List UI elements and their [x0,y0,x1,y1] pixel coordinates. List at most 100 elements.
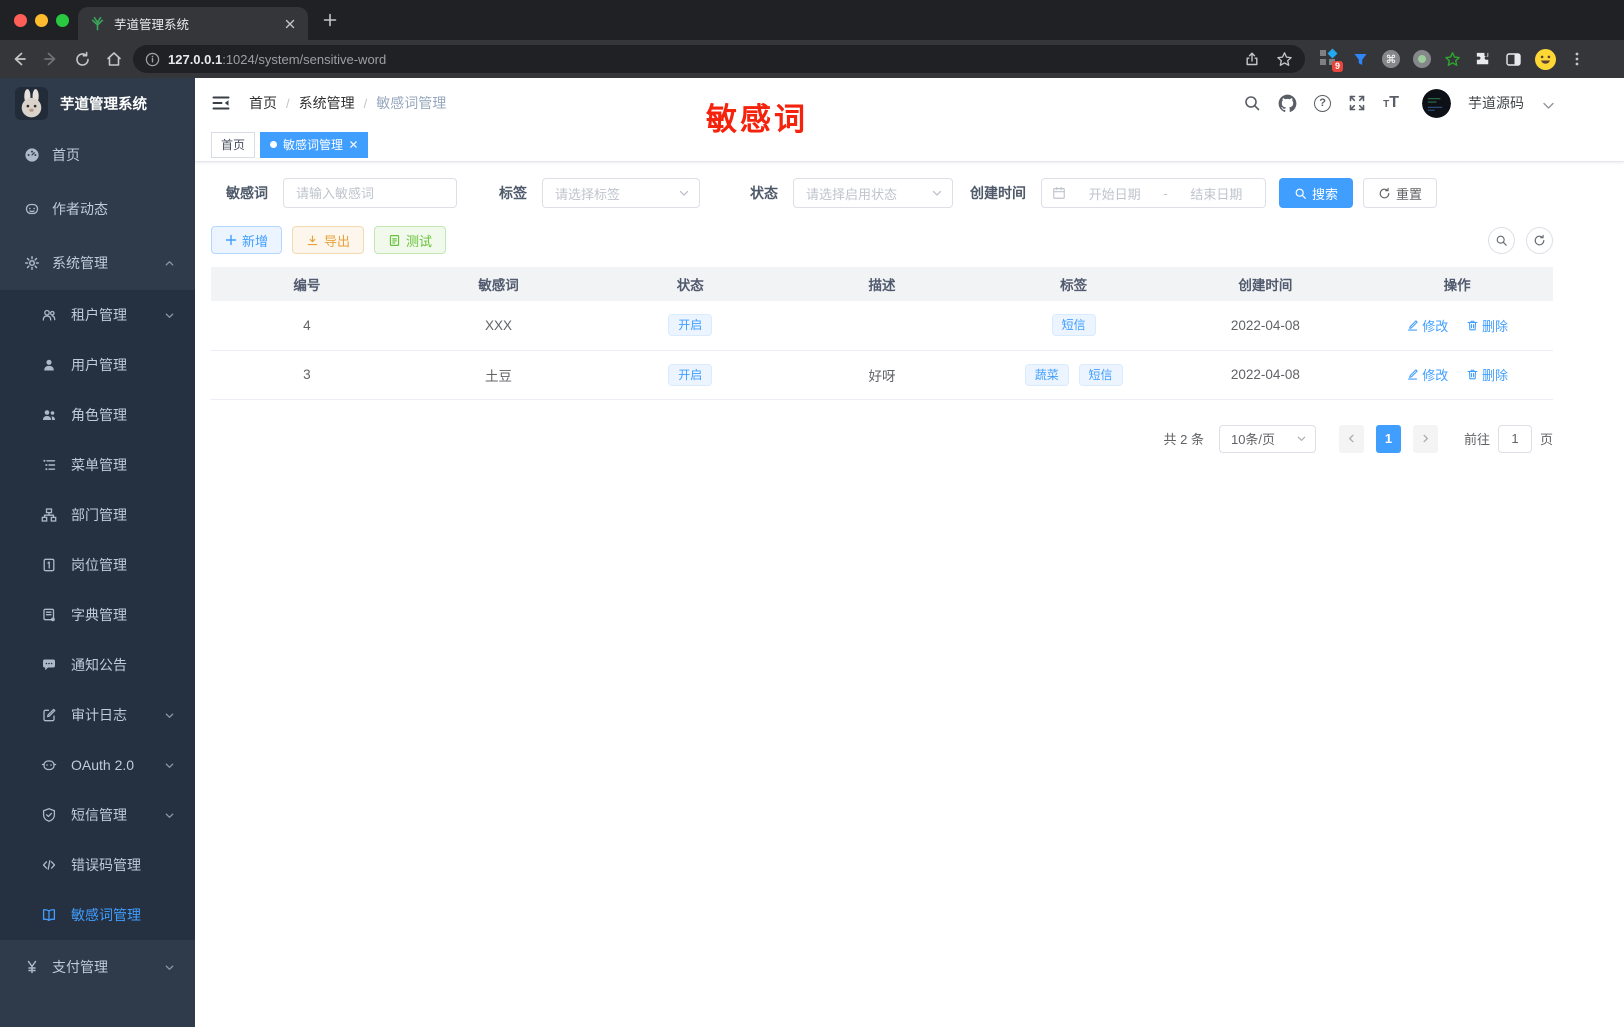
chevron-down-icon [164,310,175,321]
sidebar-item-dept[interactable]: 部门管理 [0,490,195,540]
sidebar-item-pay[interactable]: 支付管理 [0,940,195,994]
browser-toolbar: 127.0.0.1:1024/system/sensitive-word 9 ⌘ [0,40,1624,78]
sidebar-item-post[interactable]: 岗位管理 [0,540,195,590]
browser-tab[interactable]: 芋道管理系统 [78,7,308,40]
sidebar-item-dict[interactable]: 字典管理 [0,590,195,640]
home-button[interactable] [105,50,123,68]
test-button[interactable]: 测试 [374,226,447,254]
sidebar-item-sms[interactable]: 短信管理 [0,790,195,840]
recorder-extension-icon[interactable] [1413,50,1431,68]
page-number-1[interactable]: 1 [1375,424,1401,453]
col-ops: 操作 [1361,267,1553,301]
funnel-extension-icon[interactable] [1352,51,1369,68]
sidebar-item-user[interactable]: 用户管理 [0,340,195,390]
sidebar-item-sensitive-word[interactable]: 敏感词管理 [0,890,195,940]
url-text: 127.0.0.1:1024/system/sensitive-word [168,51,387,67]
delete-link[interactable]: 删除 [1466,316,1508,335]
breadcrumb-system[interactable]: 系统管理 [299,93,355,113]
browser-chrome: 芋道管理系统 127.0.0.1:1024/system/sensitive-w… [0,0,1624,78]
edit-link[interactable]: 修改 [1406,365,1448,384]
browser-tabstrip: 芋道管理系统 [0,0,1624,40]
col-id: 编号 [211,267,403,301]
chevron-down-icon [164,710,175,721]
tab-home[interactable]: 首页 [211,131,256,158]
status-select[interactable]: 请选择启用状态 [793,178,953,208]
user-avatar[interactable] [1422,88,1451,118]
collapse-sidebar-icon[interactable] [211,93,231,113]
table-toolbar: 新增 导出 测试 [211,226,1553,254]
bookmark-star-icon[interactable] [1276,51,1293,68]
profile-avatar[interactable] [1535,48,1556,70]
page-unit-label: 页 [1539,432,1553,447]
close-window-button[interactable] [14,14,27,27]
star-extension-icon[interactable] [1444,51,1461,68]
goto-page-input[interactable] [1497,424,1532,453]
delete-link[interactable]: 删除 [1466,365,1508,384]
refresh-button[interactable] [1526,226,1553,254]
chevron-down-icon [931,187,943,199]
url-bar[interactable]: 127.0.0.1:1024/system/sensitive-word [133,45,1305,73]
favicon-leaf-icon [90,16,105,31]
add-button[interactable]: 新增 [211,226,283,254]
sidebar-item-menu[interactable]: 菜单管理 [0,440,195,490]
toggle-search-button[interactable] [1488,226,1515,254]
breadcrumb-home[interactable]: 首页 [249,93,277,113]
back-button[interactable] [10,50,28,68]
red-annotation-text: 敏感词 [706,102,808,137]
tag-chip: 蔬菜 [1024,363,1069,386]
end-date-placeholder: 结束日期 [1190,186,1243,202]
sidebar-item-oauth[interactable]: OAuth 2.0 [0,740,195,790]
sidebar-item-tenant[interactable]: 租户管理 [0,290,195,340]
sidebar-item-role[interactable]: 角色管理 [0,390,195,440]
keyword-input[interactable] [283,178,457,208]
reset-button[interactable]: 重置 [1363,178,1438,208]
app-title: 芋道管理系统 [60,96,147,113]
zoom-window-button[interactable] [56,14,69,27]
new-tab-button[interactable] [322,12,338,28]
next-page-button[interactable] [1412,424,1438,453]
puzzle-extensions-icon[interactable] [1474,50,1492,68]
minimize-window-button[interactable] [35,14,48,27]
sidebar-item-home[interactable]: 首页 [0,128,195,182]
font-size-icon[interactable]: TT [1383,94,1399,112]
sidebar-item-label: 系统管理 [52,255,108,271]
search-icon[interactable] [1243,94,1261,112]
sidebar-toggle-icon[interactable] [1505,51,1522,68]
prev-page-button[interactable] [1338,424,1364,453]
tab-close-icon[interactable] [349,140,358,149]
page-size-select[interactable]: 10条/页 [1218,424,1316,453]
sidebar-item-label: OAuth 2.0 [71,757,135,773]
help-icon[interactable]: ? [1314,94,1332,112]
search-button[interactable]: 搜索 [1279,178,1354,208]
sidebar-item-author-news[interactable]: 作者动态 [0,182,195,236]
fullscreen-icon[interactable] [1348,94,1366,112]
sidebar-item-system[interactable]: 系统管理 [0,236,195,290]
export-button[interactable]: 导出 [292,226,365,254]
tag-select[interactable]: 请选择标签 [542,178,700,208]
roles-icon [41,407,57,423]
system-submenu: 租户管理 用户管理 角色管理 菜单管理 部门管理 岗位管理 字典管理 通知公告 … [0,290,195,940]
tab-close-icon[interactable] [284,18,296,30]
command-extension-icon[interactable]: ⌘ [1382,50,1400,68]
reload-button[interactable] [74,51,91,68]
caret-down-icon[interactable] [1543,102,1554,110]
sidebar-item-label: 岗位管理 [71,557,127,573]
sidebar-item-label: 短信管理 [71,807,127,823]
site-info-icon[interactable] [145,52,160,67]
browser-menu-icon[interactable] [1569,51,1585,67]
username[interactable]: 芋道源码 [1468,93,1524,113]
tab-sensitive-word[interactable]: 敏感词管理 [260,131,369,158]
forward-button[interactable] [42,50,60,68]
chevron-down-icon [678,187,690,199]
tab-manager-extension-icon[interactable]: 9 [1319,48,1343,72]
pagination: 共 2 条 10条/页 1 前往 页 [211,424,1553,453]
date-range-picker[interactable]: 开始日期 - 结束日期 [1041,178,1266,208]
sidebar-item-audit-log[interactable]: 审计日志 [0,690,195,740]
edit-link[interactable]: 修改 [1406,316,1448,335]
sidebar-item-errcode[interactable]: 错误码管理 [0,840,195,890]
sidebar-item-notice[interactable]: 通知公告 [0,640,195,690]
github-icon[interactable] [1278,94,1297,113]
breadcrumb: 首页 / 系统管理 / 敏感词管理 [249,93,447,113]
share-icon[interactable] [1244,51,1260,67]
cell-word: 土豆 [402,350,595,400]
